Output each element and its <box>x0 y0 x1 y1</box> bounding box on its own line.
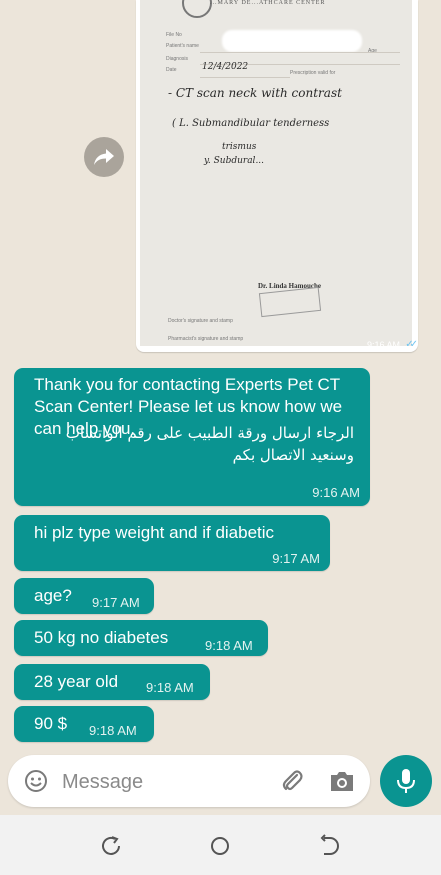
message-text: 90 $ <box>34 714 68 733</box>
message-time: 9:16 AM <box>312 485 360 500</box>
message-bubble[interactable]: 28 year old 9:18 AM <box>14 664 210 700</box>
clinic-emblem <box>182 0 212 18</box>
forward-icon <box>94 149 114 165</box>
message-time: 9:16 AM <box>366 340 400 350</box>
message-text: 28 year old <box>34 672 119 691</box>
system-nav-bar <box>0 815 441 875</box>
prescription-date: 12/4/2022 <box>202 62 249 72</box>
message-bubble[interactable]: 50 kg no diabetes 9:18 AM <box>14 620 268 656</box>
field-valid-for: Prescription valid for <box>290 70 336 76</box>
field-pharmacist-signature: Pharmacist's signature and stamp <box>168 336 244 342</box>
forward-button[interactable] <box>84 137 124 177</box>
message-text: hi plz type weight and if diabetic <box>34 523 275 542</box>
message-time: 9:17 AM <box>272 551 320 566</box>
rule-line <box>200 52 400 53</box>
rule-line <box>200 77 290 78</box>
field-doctor-signature: Doctor's signature and stamp <box>168 318 233 324</box>
mic-button[interactable] <box>380 755 432 807</box>
prescription-line-1: - CT scan neck with contrast <box>168 86 342 100</box>
back-icon[interactable] <box>316 833 342 859</box>
doctor-stamp <box>258 286 322 318</box>
message-bubble[interactable]: hi plz type weight and if diabetic 9:17 … <box>14 515 330 571</box>
message-bubble[interactable]: age? 9:17 AM <box>14 578 154 614</box>
emoji-icon[interactable] <box>24 769 48 793</box>
recents-icon[interactable] <box>98 833 124 859</box>
field-date: Date <box>166 67 177 73</box>
field-patient-name: Patient's name <box>166 43 199 49</box>
redacted-area <box>222 30 362 52</box>
field-age: Age <box>368 48 377 54</box>
message-bubble[interactable]: 90 $ 9:18 AM <box>14 706 154 742</box>
field-diagnosis: Diagnosis <box>166 56 188 62</box>
prescription-line-3: trismus <box>222 142 257 152</box>
message-text: age? <box>34 586 72 605</box>
prescription-line-4: y. Subdural... <box>204 156 265 166</box>
message-text: 50 kg no diabetes <box>34 628 169 647</box>
field-file-no: File No <box>166 32 182 38</box>
attach-icon[interactable] <box>278 767 306 795</box>
message-time: 9:18 AM <box>205 638 253 653</box>
read-ticks-icon: ✓✓ <box>405 339 418 350</box>
message-time: 9:17 AM <box>92 595 140 610</box>
message-time: 9:18 AM <box>146 680 194 695</box>
message-input[interactable] <box>60 767 264 797</box>
message-bubble[interactable]: Thank you for contacting Experts Pet CT … <box>14 368 370 506</box>
message-composer <box>8 755 370 807</box>
message-time: 9:18 AM <box>89 723 137 738</box>
prescription-line-2: ( L. Submandibular tenderness <box>172 118 330 129</box>
prescription-header: ...MARY DE...ATHCARE CENTER <box>210 0 326 6</box>
mic-icon <box>397 769 415 793</box>
message-text-arabic: الرجاء ارسال ورقة الطبيب على رقم الواتسا… <box>65 424 354 464</box>
camera-icon[interactable] <box>328 768 356 794</box>
prescription-photo: ...MARY DE...ATHCARE CENTER File No Pati… <box>140 0 412 346</box>
image-message[interactable]: ...MARY DE...ATHCARE CENTER File No Pati… <box>136 0 418 352</box>
home-icon[interactable] <box>207 833 233 859</box>
